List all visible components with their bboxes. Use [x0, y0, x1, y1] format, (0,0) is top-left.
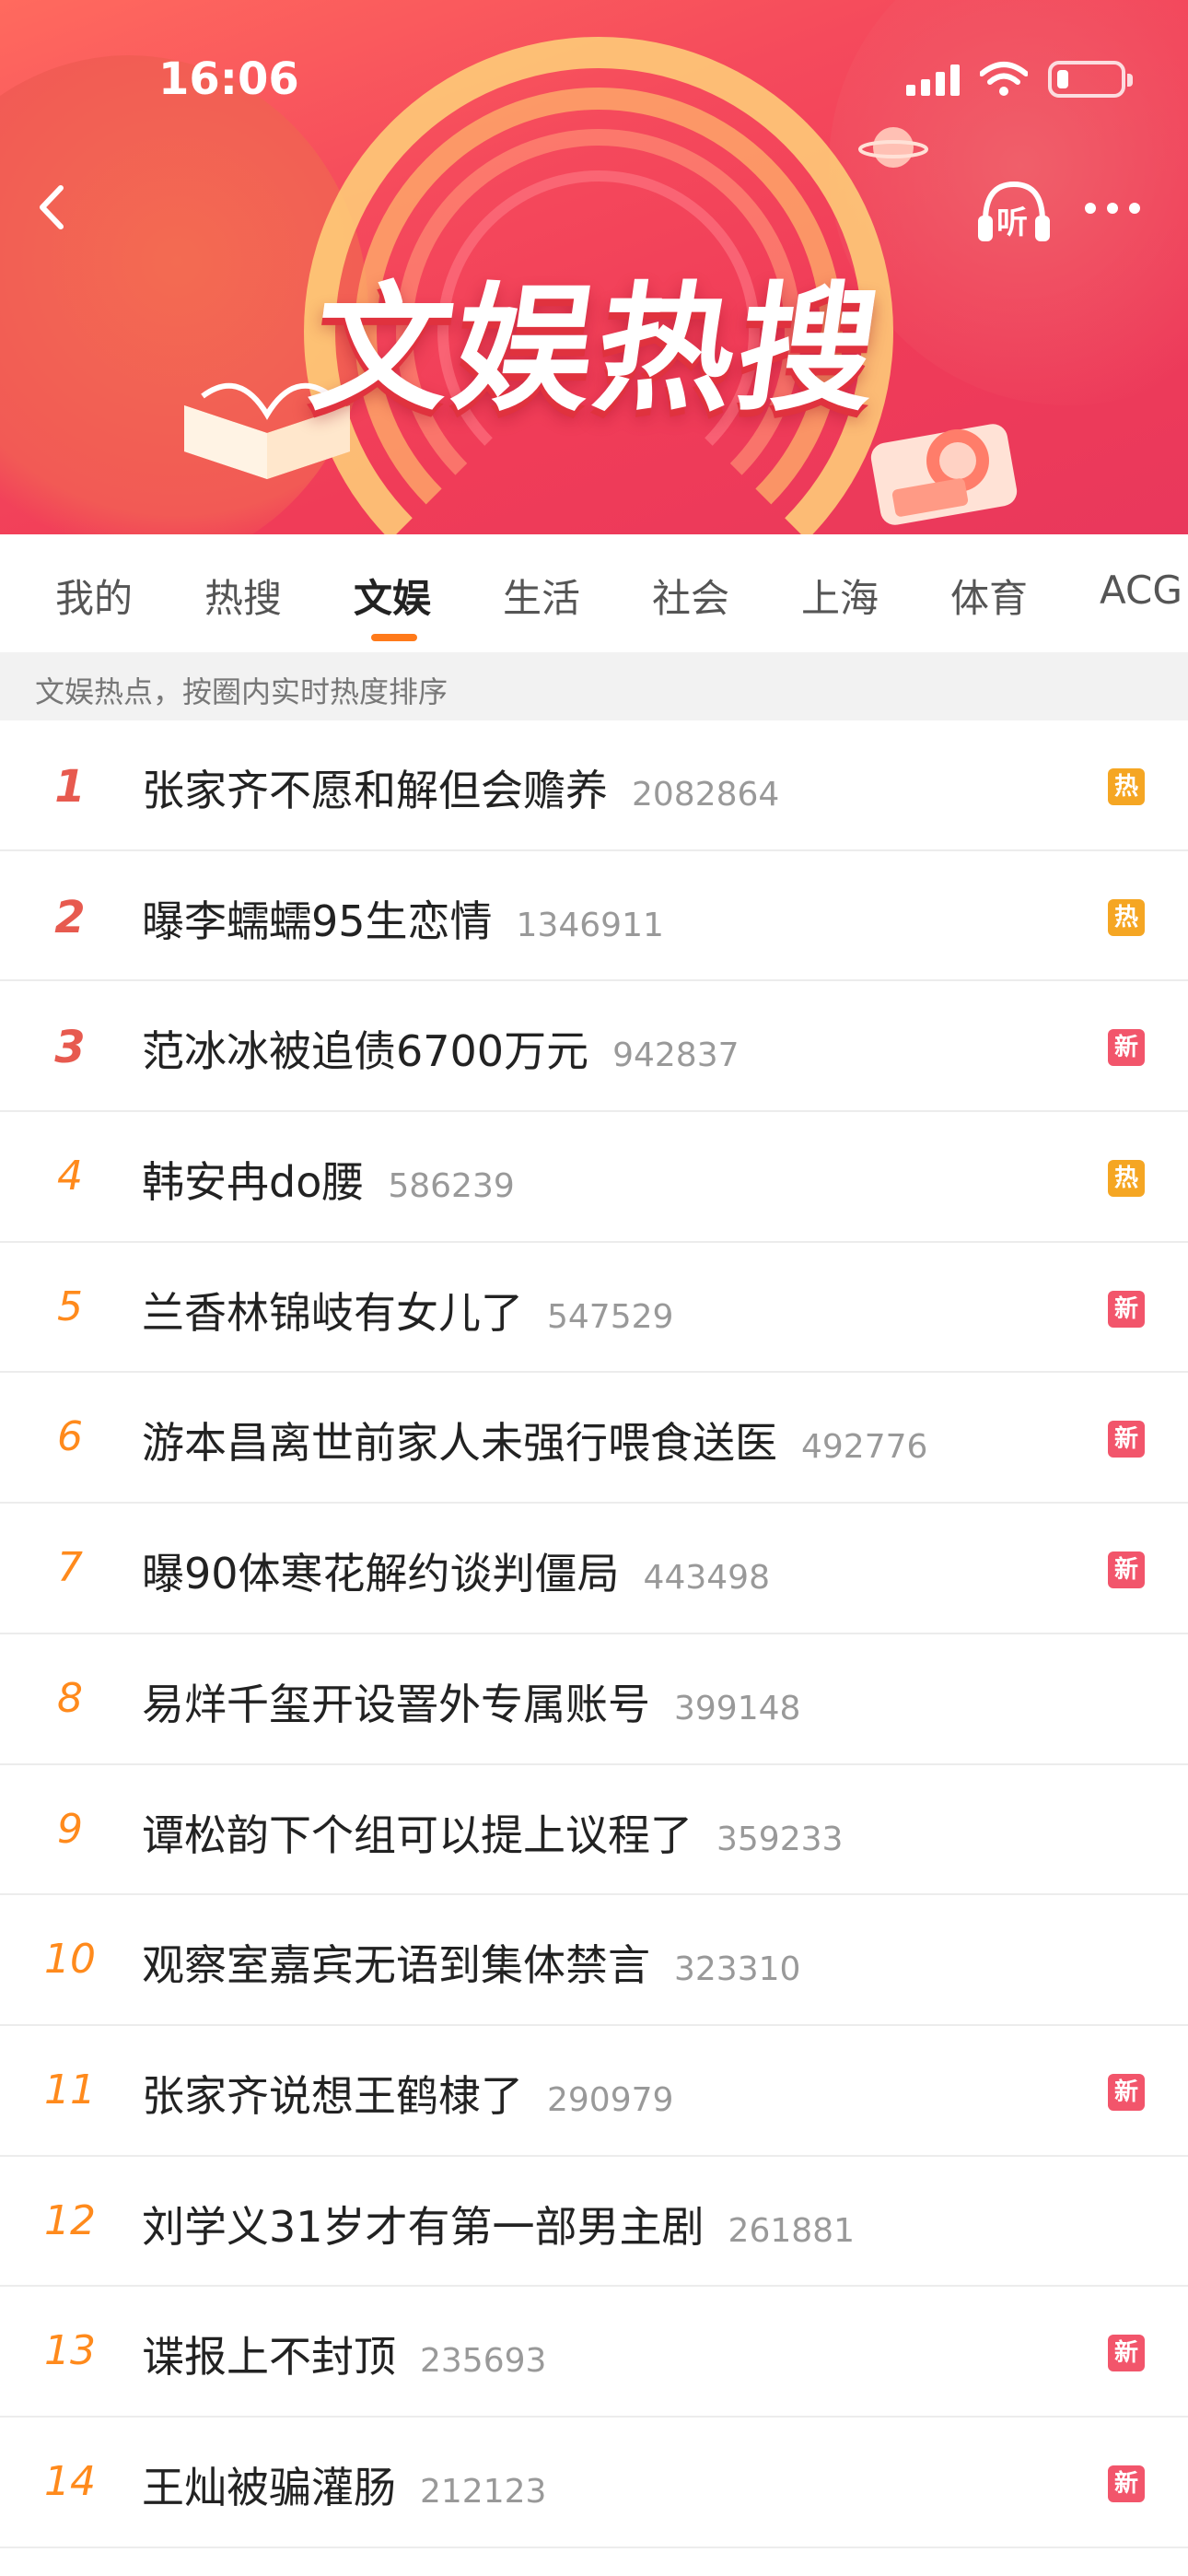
item-title: 张家齐说想王鹤棣了 290979 — [142, 2070, 674, 2121]
item-title: 谭松韵下个组可以提上议程了 359233 — [142, 1809, 844, 1860]
rank-number: 1 — [54, 761, 86, 813]
battery-icon — [1048, 61, 1133, 98]
new-badge: 新 — [1108, 2335, 1145, 2372]
heat-count: 359233 — [716, 1820, 844, 1858]
status-time: 16:06 — [158, 53, 299, 105]
list-description-text: 文娱热点，按圈内实时热度排序 — [35, 674, 448, 709]
list-item[interactable]: 3 范冰冰被追债6700万元 942837 新 — [0, 981, 1188, 1113]
listen-label: 听 — [996, 205, 1028, 241]
hot-badge: 热 — [1108, 898, 1145, 936]
heat-count: 323310 — [674, 1950, 801, 1989]
more-dot — [1107, 203, 1118, 214]
item-title: 张家齐不愿和解但会赡养 2082864 — [142, 766, 780, 815]
wifi-icon — [980, 62, 1028, 96]
new-badge: 新 — [1108, 2465, 1145, 2502]
item-title: 易烊千玺开设罯外专属账号 399148 — [142, 1679, 801, 1729]
status-icons — [906, 59, 1133, 100]
heat-count: 547529 — [547, 1297, 674, 1336]
heat-count: 212123 — [420, 2472, 547, 2511]
item-title: 刘学义31岁才有第一部男主剧 261881 — [142, 2201, 855, 2252]
heat-count: 2082864 — [632, 776, 780, 814]
list-item[interactable]: 5 兰香林锦岐有女儿了 547529 新 — [0, 1243, 1188, 1374]
item-title: 王灿被骗灌肠 212123 — [142, 2462, 547, 2512]
active-tab-indicator — [371, 634, 417, 641]
rank-number: 3 — [54, 1022, 86, 1074]
rank-number: 10 — [44, 1936, 96, 1984]
heat-count: 1346911 — [516, 906, 664, 944]
list-item[interactable]: 12 刘学义31岁才有第一部男主剧 261881 — [0, 2157, 1188, 2288]
tab-shanghai[interactable]: 上海 — [801, 568, 879, 624]
rank-number: 5 — [57, 1282, 83, 1330]
category-tabs: 我的 热搜 文娱 生活 社会 上海 体育 ACG — [0, 534, 1188, 652]
list-item[interactable]: 10 观察室嘉宾无语到集体禁言 323310 — [0, 1895, 1188, 2026]
new-badge: 新 — [1108, 1029, 1145, 1067]
list-item[interactable]: 14 王灿被骗灌肠 212123 新 — [0, 2418, 1188, 2548]
item-title: 观察室嘉宾无语到集体禁言 323310 — [142, 1940, 801, 1991]
heat-count: 586239 — [388, 1167, 515, 1206]
rank-number: 9 — [57, 1805, 83, 1853]
rank-number: 7 — [57, 1544, 83, 1592]
hot-search-list: 1 张家齐不愿和解但会赡养 2082864 热 2 曝李蠕蠕95生恋情 134691… — [0, 720, 1188, 2548]
tab-hot-search[interactable]: 热搜 — [204, 568, 282, 624]
cellular-signal-icon — [906, 63, 960, 96]
new-badge: 新 — [1108, 1290, 1145, 1328]
rank-number: 13 — [44, 2327, 96, 2375]
list-item[interactable]: 13 谍报上不封顶 235693 新 — [0, 2287, 1188, 2418]
more-dot — [1085, 203, 1096, 214]
new-badge: 新 — [1108, 1421, 1145, 1458]
hot-badge: 热 — [1108, 1160, 1145, 1198]
heat-count: 261881 — [728, 2211, 855, 2250]
rank-number: 8 — [57, 1674, 83, 1722]
rank-number: 11 — [44, 2066, 96, 2113]
item-title: 兰香林锦岐有女儿了 547529 — [142, 1287, 674, 1338]
list-description: 文娱热点，按圈内实时热度排序 — [0, 652, 1188, 720]
list-item[interactable]: 9 谭松韵下个组可以提上议程了 359233 — [0, 1765, 1188, 1896]
header-banner: 文娱热搜 16:06 听 — [0, 0, 1188, 534]
item-title: 韩安冉do腰 586239 — [142, 1157, 515, 1208]
rank-number: 2 — [54, 891, 86, 943]
heat-count: 443498 — [643, 1559, 770, 1598]
list-item[interactable]: 1 张家齐不愿和解但会赡养 2082864 热 — [0, 720, 1188, 851]
heat-count: 399148 — [674, 1689, 801, 1727]
tab-acg[interactable]: ACG — [1100, 568, 1182, 613]
list-item[interactable]: 7 曝90体寒花解约谈判僵局 443498 新 — [0, 1504, 1188, 1634]
heat-count: 492776 — [801, 1428, 928, 1467]
tab-life[interactable]: 生活 — [503, 568, 580, 624]
heat-count: 235693 — [420, 2342, 547, 2381]
hot-badge: 热 — [1108, 768, 1145, 805]
page-title: 文娱热搜 — [301, 270, 892, 430]
tab-mine[interactable]: 我的 — [55, 568, 133, 624]
list-item[interactable]: 8 易烊千玺开设罯外专属账号 399148 — [0, 1634, 1188, 1765]
rank-number: 4 — [57, 1153, 83, 1200]
rank-number: 6 — [57, 1413, 83, 1461]
rank-number: 12 — [44, 2196, 96, 2244]
heat-count: 290979 — [547, 2080, 674, 2119]
list-item[interactable]: 2 曝李蠕蠕95生恋情 1346911 热 — [0, 851, 1188, 982]
rank-number: 14 — [44, 2457, 96, 2505]
list-item[interactable]: 4 韩安冉do腰 586239 热 — [0, 1112, 1188, 1243]
item-title: 游本昌离世前家人未强行喂食送医 492776 — [142, 1418, 928, 1469]
heat-count: 942837 — [612, 1036, 740, 1075]
item-title: 谍报上不封顶 235693 — [142, 2332, 547, 2383]
list-item[interactable]: 6 游本昌离世前家人未强行喂食送医 492776 新 — [0, 1373, 1188, 1505]
planet-illustration — [858, 127, 928, 168]
item-title: 曝90体寒花解约谈判僵局 443498 — [142, 1549, 770, 1599]
more-options-button[interactable] — [1085, 190, 1149, 227]
new-badge: 新 — [1108, 1551, 1145, 1589]
item-title: 范冰冰被追债6700万元 942837 — [142, 1026, 740, 1077]
item-title: 曝李蠕蠕95生恋情 1346911 — [142, 896, 664, 946]
tab-society[interactable]: 社会 — [652, 568, 729, 624]
listen-button[interactable]: 听 — [974, 173, 1054, 247]
back-icon[interactable] — [22, 175, 87, 240]
tab-sports[interactable]: 体育 — [950, 568, 1028, 624]
more-dot — [1129, 203, 1140, 214]
new-badge: 新 — [1108, 2073, 1145, 2111]
tab-entertainment[interactable]: 文娱 — [354, 568, 431, 624]
list-item[interactable]: 11 张家齐说想王鹤棣了 290979 新 — [0, 2026, 1188, 2157]
